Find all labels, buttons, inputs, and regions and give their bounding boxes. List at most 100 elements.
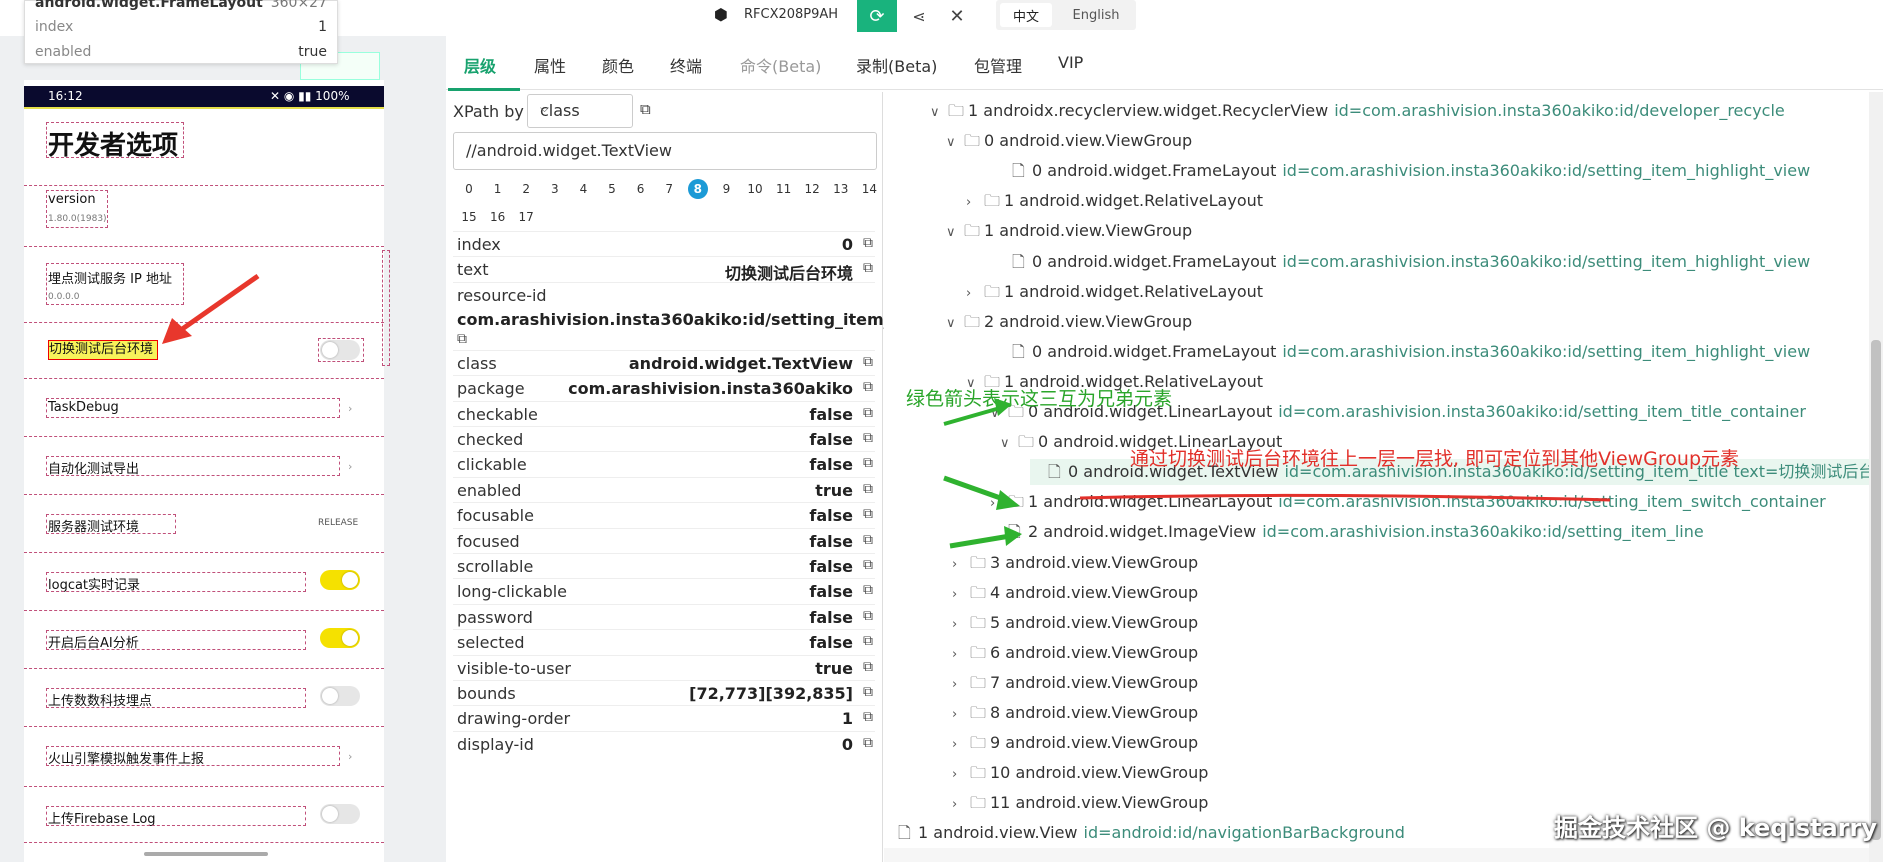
copy-icon[interactable]: ⧉ [863, 684, 873, 700]
chevron-right-icon[interactable]: › [952, 612, 970, 638]
prop-value: android.widget.TextView [628, 353, 853, 373]
chevron-right-icon[interactable]: › [966, 190, 984, 216]
match-index-10[interactable]: 10 [745, 179, 765, 199]
tab-command[interactable]: 命令(Beta) [740, 53, 821, 77]
tree-node[interactable]: ∨ 🗀 0 android.view.ViewGroup [946, 128, 1192, 154]
copy-icon[interactable]: ⧉ [863, 260, 873, 276]
tree-node[interactable]: › 🗀 6 android.view.ViewGroup [952, 640, 1198, 666]
tab-record[interactable]: 录制(Beta) [856, 53, 937, 77]
copy-icon[interactable]: ⧉ [863, 379, 873, 395]
match-index-0[interactable]: 0 [459, 179, 479, 199]
copy-icon[interactable]: ⧉ [863, 608, 873, 624]
lang-en-button[interactable]: English [1060, 3, 1132, 27]
tree-node[interactable]: 🗋 0 android.widget.FrameLayout id=com.aras… [994, 249, 1810, 275]
tree-node[interactable]: 🗋 1 android.view.View id=android:id/naviga… [880, 820, 1405, 846]
tree-node[interactable]: › 🗀 10 android.view.ViewGroup [952, 760, 1208, 786]
copy-icon[interactable]: ⧉ [863, 430, 873, 446]
tab-vip[interactable]: VIP [1058, 53, 1083, 72]
copy-icon[interactable]: ⧉ [640, 100, 651, 118]
tree-node[interactable]: 🗋 2 android.widget.ImageView id=com.arashi… [990, 519, 1704, 545]
copy-icon[interactable]: ⧉ [863, 582, 873, 598]
prop-row-password: password false ⧉ [453, 603, 875, 630]
tab-properties[interactable]: 属性 [534, 53, 566, 77]
match-index-5[interactable]: 5 [602, 179, 622, 199]
chevron-right-icon[interactable]: › [952, 672, 970, 698]
tree-node[interactable]: ∨ 🗀 1 android.view.ViewGroup [946, 218, 1192, 244]
horizontal-scrollbar[interactable] [884, 848, 1869, 862]
close-button[interactable]: ✕ [940, 0, 974, 32]
upload-tracking-toggle[interactable] [320, 686, 360, 706]
tree-node[interactable]: › 🗀 9 android.view.ViewGroup [952, 730, 1198, 756]
tree-node[interactable]: › 🗀 7 android.view.ViewGroup [952, 670, 1198, 696]
match-index-6[interactable]: 6 [631, 179, 651, 199]
copy-icon[interactable]: ⧉ [863, 532, 873, 548]
copy-icon[interactable]: ⧉ [863, 506, 873, 522]
match-index-1[interactable]: 1 [488, 179, 508, 199]
copy-icon[interactable]: ⧉ [863, 709, 873, 725]
copy-icon[interactable]: ⧉ [863, 354, 873, 370]
match-index-15[interactable]: 15 [459, 207, 479, 227]
chevron-down-icon[interactable]: ∨ [1000, 431, 1018, 457]
prop-value: com.arashivision.insta360akiko [568, 379, 853, 399]
chevron-down-icon[interactable]: ∨ [946, 311, 964, 337]
copy-icon[interactable]: ⧉ [863, 455, 873, 471]
copy-icon[interactable]: ⧉ [863, 557, 873, 573]
tree-node[interactable]: 🗋 0 android.widget.FrameLayout id=com.aras… [994, 158, 1810, 184]
ai-analysis-toggle[interactable] [320, 628, 360, 648]
share-button[interactable]: ⋖ [902, 0, 936, 32]
chevron-down-icon[interactable]: ∨ [946, 130, 964, 156]
chevron-right-icon[interactable]: › [952, 762, 970, 788]
lang-zh-button[interactable]: 中文 [1000, 3, 1052, 27]
match-index-16[interactable]: 16 [488, 207, 508, 227]
chevron-down-icon[interactable]: ∨ [946, 220, 964, 246]
tab-packages[interactable]: 包管理 [974, 53, 1022, 77]
prop-key: drawing-order [457, 709, 571, 729]
firebase-toggle[interactable] [320, 804, 360, 824]
match-index-13[interactable]: 13 [831, 179, 851, 199]
tree-node[interactable]: › 🗀 3 android.view.ViewGroup [952, 550, 1198, 576]
chevron-right-icon[interactable]: › [966, 281, 984, 307]
scrollbar-thumb[interactable] [1871, 340, 1881, 840]
xpath-by-select[interactable]: class ⌵ [527, 94, 633, 128]
copy-icon[interactable]: ⧉ [863, 481, 873, 497]
chevron-right-icon[interactable]: › [952, 582, 970, 608]
chevron-right-icon[interactable]: › [990, 491, 1008, 517]
tree-node[interactable]: › 🗀 1 android.widget.RelativeLayout [966, 188, 1263, 214]
match-index-8[interactable]: 8 [687, 179, 708, 199]
copy-icon[interactable]: ⧉ [863, 235, 873, 251]
prop-key: package [457, 379, 525, 399]
tree-node[interactable]: 🗋 0 android.widget.FrameLayout id=com.aras… [994, 339, 1810, 365]
tree-node[interactable]: › 🗀 11 android.view.ViewGroup [952, 790, 1208, 816]
server-env-value[interactable]: RELEASE [318, 518, 358, 528]
copy-icon[interactable]: ⧉ [863, 633, 873, 649]
chevron-down-icon[interactable]: ∨ [930, 100, 948, 126]
tree-node[interactable]: ∨ 🗀 1 androidx.recyclerview.widget.Recycle… [930, 98, 1785, 124]
tooltip-class: android.widget.FrameLayout [35, 0, 263, 11]
chevron-right-icon[interactable]: › [952, 732, 970, 758]
match-index-11[interactable]: 11 [774, 179, 794, 199]
chevron-right-icon[interactable]: › [952, 702, 970, 728]
tree-node[interactable]: ∨ 🗀 2 android.view.ViewGroup [946, 309, 1192, 335]
copy-icon[interactable]: ⧉ [457, 331, 467, 347]
copy-icon[interactable]: ⧉ [863, 659, 873, 675]
row-label-switch-env[interactable]: 切换测试后台环境 [48, 340, 158, 360]
chevron-right-icon[interactable]: › [952, 552, 970, 578]
tab-terminal[interactable]: 终端 [670, 53, 702, 77]
tab-colors[interactable]: 颜色 [602, 53, 634, 77]
match-index-3[interactable]: 3 [545, 179, 565, 199]
tree-node[interactable]: › 🗀 5 android.view.ViewGroup [952, 610, 1198, 636]
prop-key: class [457, 353, 497, 373]
copy-icon[interactable]: ⧉ [863, 405, 873, 421]
chevron-right-icon[interactable]: › [952, 642, 970, 668]
refresh-button[interactable]: ⟳ [857, 0, 897, 32]
tree-node[interactable]: › 🗀 1 android.widget.RelativeLayout [966, 279, 1263, 305]
tree-node-id: id=com.arashivision.insta360akiko:id/set… [1278, 402, 1806, 421]
chevron-right-icon[interactable]: › [952, 792, 970, 818]
tab-hierarchy[interactable]: 层级 [464, 53, 496, 77]
tree-node[interactable]: › 🗀 1 android.widget.LinearLayout id=com.ar… [990, 489, 1826, 515]
logcat-toggle[interactable] [320, 570, 360, 590]
copy-icon[interactable]: ⧉ [863, 735, 873, 751]
tree-node[interactable]: › 🗀 8 android.view.ViewGroup [952, 700, 1198, 726]
tree-node[interactable]: › 🗀 4 android.view.ViewGroup [952, 580, 1198, 606]
xpath-input[interactable]: //android.widget.TextView [453, 132, 877, 170]
